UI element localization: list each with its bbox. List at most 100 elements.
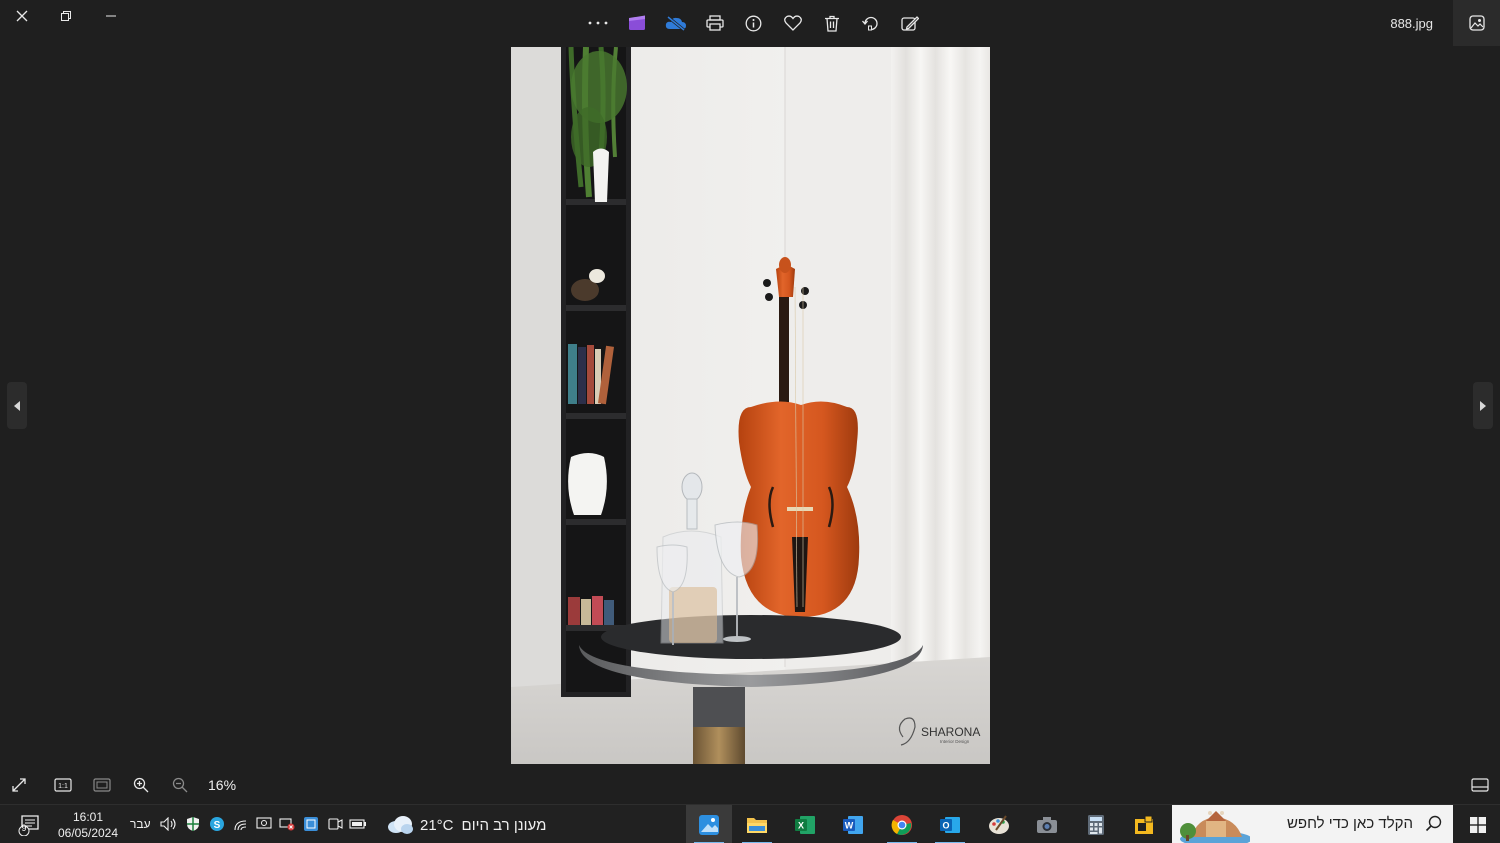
taskbar-app-chrome[interactable]	[879, 805, 925, 843]
app-tray-icon	[304, 817, 318, 831]
wifi-button[interactable]	[232, 815, 250, 833]
favorite-button[interactable]	[773, 6, 812, 40]
taskbar-app-sticky[interactable]	[1121, 805, 1167, 843]
shield-icon	[187, 817, 199, 831]
photo-album-icon	[1468, 15, 1485, 31]
print-icon	[705, 15, 724, 31]
print-button[interactable]	[695, 6, 734, 40]
taskbar-app-calculator[interactable]	[1073, 805, 1119, 843]
taskbar-app-file-explorer[interactable]	[734, 805, 780, 843]
excel-icon: X	[795, 815, 815, 834]
view-controls-bar: 1:1 16%	[0, 766, 1500, 804]
skype-tray-button[interactable]: S	[208, 815, 226, 833]
image-toolbar	[578, 6, 929, 40]
volume-button[interactable]	[160, 815, 178, 833]
clock-time: 16:01	[72, 810, 104, 824]
taskbar-app-word[interactable]: W	[830, 805, 876, 843]
fit-window-icon	[93, 778, 111, 792]
notification-count: 9	[21, 823, 27, 833]
restore-icon	[61, 11, 71, 21]
slideshow-button[interactable]	[1453, 0, 1500, 46]
next-image-button[interactable]	[1473, 382, 1493, 429]
file-name: 888.jpg	[1390, 16, 1433, 31]
security-tray-button[interactable]	[184, 815, 202, 833]
photos-app-icon	[699, 814, 719, 835]
edit-image-button[interactable]	[890, 6, 929, 40]
video-editor-button[interactable]	[617, 6, 656, 40]
app-tray-button[interactable]	[302, 815, 320, 833]
meet-icon	[328, 818, 343, 830]
start-button[interactable]	[1456, 805, 1500, 843]
minimize-icon	[106, 15, 116, 17]
sticky-app-icon	[1135, 815, 1153, 834]
svg-text:S: S	[214, 820, 221, 831]
delete-button[interactable]	[812, 6, 851, 40]
filmstrip-toggle-button[interactable]	[1467, 773, 1493, 797]
remote-tray-button[interactable]	[255, 815, 273, 833]
svg-text:W: W	[845, 820, 854, 830]
paint-palette-icon	[989, 814, 1009, 834]
calculator-icon	[1088, 814, 1104, 835]
taskbar-app-outlook[interactable]: O	[927, 805, 973, 843]
video-editor-icon	[628, 15, 645, 30]
close-icon	[16, 10, 28, 22]
chrome-icon	[891, 814, 912, 835]
weather-description: מעונן רב היום	[461, 816, 547, 834]
search-highlight-illustration	[1180, 811, 1250, 843]
battery-button[interactable]	[349, 815, 367, 833]
full-screen-button[interactable]	[6, 773, 32, 797]
more-icon	[588, 21, 607, 25]
windows-logo-icon	[1470, 816, 1486, 833]
meet-tray-button[interactable]	[326, 815, 344, 833]
taskbar-search-box[interactable]: הקלד כאן כדי לחפש	[1172, 805, 1453, 843]
info-icon	[745, 15, 762, 31]
delete-icon	[824, 15, 839, 32]
clock-date: 06/05/2024	[57, 826, 119, 840]
taskbar-app-paint[interactable]	[976, 805, 1022, 843]
chevron-left-icon	[14, 400, 20, 411]
title-bar: 888.jpg	[0, 0, 1500, 46]
chevron-right-icon	[1480, 400, 1486, 411]
skype-icon: S	[210, 817, 224, 831]
more-button[interactable]	[578, 6, 617, 40]
weather-temperature: 21°C	[420, 816, 454, 834]
minimize-button[interactable]	[89, 0, 133, 32]
photos-app-window: 888.jpg SHARONA Interior Design 1:1 16% …	[0, 0, 1500, 843]
zoom-out-icon	[172, 777, 188, 793]
info-button[interactable]	[734, 6, 773, 40]
onedrive-button[interactable]	[656, 6, 695, 40]
input-language[interactable]: עבר	[130, 817, 151, 831]
taskbar-app-photos[interactable]	[686, 805, 732, 843]
remote-desktop-icon	[256, 817, 272, 829]
zoom-in-button[interactable]	[128, 773, 154, 797]
expand-icon	[12, 778, 26, 792]
taskbar-app-excel[interactable]: X	[782, 805, 828, 843]
outlook-icon: O	[940, 816, 960, 833]
fit-to-window-button[interactable]	[89, 773, 115, 797]
clock[interactable]: 16:01 06/05/2024	[52, 809, 124, 841]
search-placeholder: הקלד כאן כדי לחפש	[1286, 815, 1413, 832]
restore-button[interactable]	[44, 0, 88, 32]
displayed-photo: SHARONA Interior Design	[511, 47, 990, 764]
camera-icon	[1037, 816, 1057, 833]
windows-taskbar: 9 16:01 06/05/2024 עבר S 21°C מעונן רב ה…	[0, 804, 1500, 843]
wifi-icon	[234, 820, 247, 831]
svg-text:X: X	[798, 820, 804, 830]
previous-image-button[interactable]	[7, 382, 27, 429]
taskbar-app-camera[interactable]	[1024, 805, 1070, 843]
favorite-icon	[783, 15, 802, 31]
speaker-icon	[160, 817, 176, 831]
zoom-in-icon	[133, 777, 149, 793]
actual-size-icon: 1:1	[54, 778, 72, 792]
battery-icon	[349, 819, 366, 829]
rotate-button[interactable]	[851, 6, 890, 40]
zoom-out-button[interactable]	[167, 773, 193, 797]
network-error-tray-button[interactable]	[278, 815, 296, 833]
word-icon: W	[843, 815, 863, 834]
actual-size-button[interactable]: 1:1	[50, 773, 76, 797]
close-button[interactable]	[0, 0, 44, 32]
search-icon	[1425, 815, 1442, 832]
notification-center-button[interactable]: 9	[18, 814, 40, 836]
weather-widget[interactable]: 21°C מעונן רב היום	[386, 813, 546, 837]
svg-text:Interior Design: Interior Design	[940, 739, 970, 744]
